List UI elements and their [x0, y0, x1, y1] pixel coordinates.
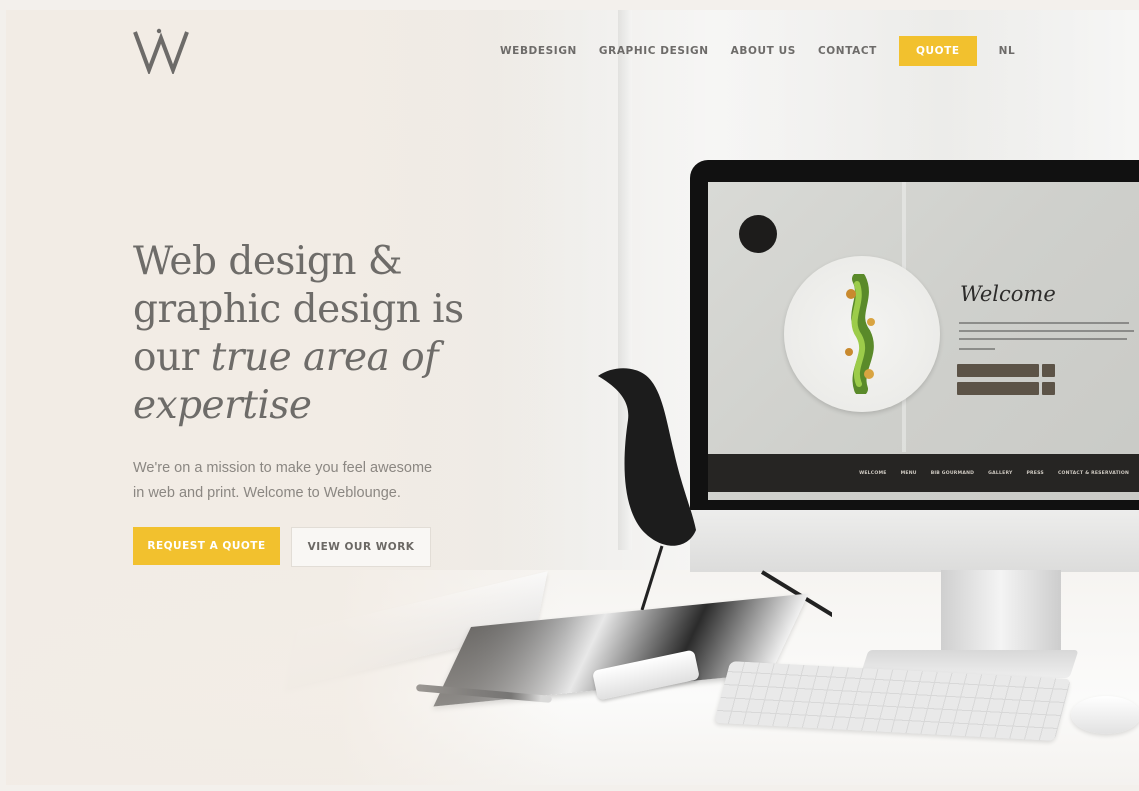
subtitle-line-2: in web and print. Welcome to Weblounge. — [133, 485, 401, 501]
headline-line-3: our true area of — [133, 334, 513, 382]
headline-italic-word: expertise — [133, 383, 312, 428]
screen-nav-item: WELCOME — [859, 470, 887, 476]
bird-figurine-image — [598, 368, 832, 618]
headline-italic-phrase: true area of — [210, 335, 439, 380]
main-nav: WEBDESIGN GRAPHIC DESIGN ABOUT US CONTAC… — [500, 36, 1037, 66]
screen-nav-item: GALLERY — [988, 470, 1013, 476]
screen-text-line — [959, 330, 1134, 332]
screen-nav-item: CONTACT & RESERVATION — [1057, 470, 1129, 476]
screen-nav-item: MENU — [900, 470, 917, 476]
screen-button — [957, 364, 1039, 377]
headline-line-4: expertise — [133, 382, 513, 430]
restaurant-logo-icon — [739, 215, 777, 253]
headline-line-1: Web design & — [133, 239, 403, 284]
headline-line-2: graphic design is — [133, 287, 464, 332]
salad-image — [845, 274, 875, 394]
screen-text-line — [959, 348, 995, 350]
screen-welcome-title: Welcome — [960, 282, 1056, 306]
headline-plain-word: our — [133, 335, 211, 380]
hero-headline: Web design & graphic design is our true … — [133, 238, 513, 430]
mouse-image — [1071, 696, 1139, 734]
screen-button — [957, 382, 1039, 395]
screen-nav-item: BIB GOURMAND — [930, 470, 975, 476]
nav-item-contact[interactable]: CONTACT — [818, 45, 877, 57]
view-our-work-button[interactable]: VIEW OUR WORK — [291, 527, 431, 567]
request-quote-button[interactable]: REQUEST A QUOTE — [133, 527, 280, 565]
screen-button-close — [1042, 382, 1055, 395]
nav-item-graphic-design[interactable]: GRAPHIC DESIGN — [599, 45, 709, 57]
screen-text-line — [959, 322, 1129, 324]
subtitle-line-1: We're on a mission to make you feel awes… — [133, 460, 433, 476]
hero-subtitle: We're on a mission to make you feel awes… — [133, 456, 493, 506]
monitor-stand — [941, 570, 1061, 660]
nav-item-webdesign[interactable]: WEBDESIGN — [500, 45, 577, 57]
nav-quote-button[interactable]: QUOTE — [898, 36, 977, 66]
screen-text-line — [959, 338, 1127, 340]
screen-button-close — [1042, 364, 1055, 377]
language-switch-nl[interactable]: NL — [999, 45, 1016, 57]
weblounge-w-logo[interactable] — [133, 28, 189, 74]
screen-nav-item: PRESS — [1026, 470, 1044, 476]
nav-item-about-us[interactable]: ABOUT US — [731, 45, 796, 57]
